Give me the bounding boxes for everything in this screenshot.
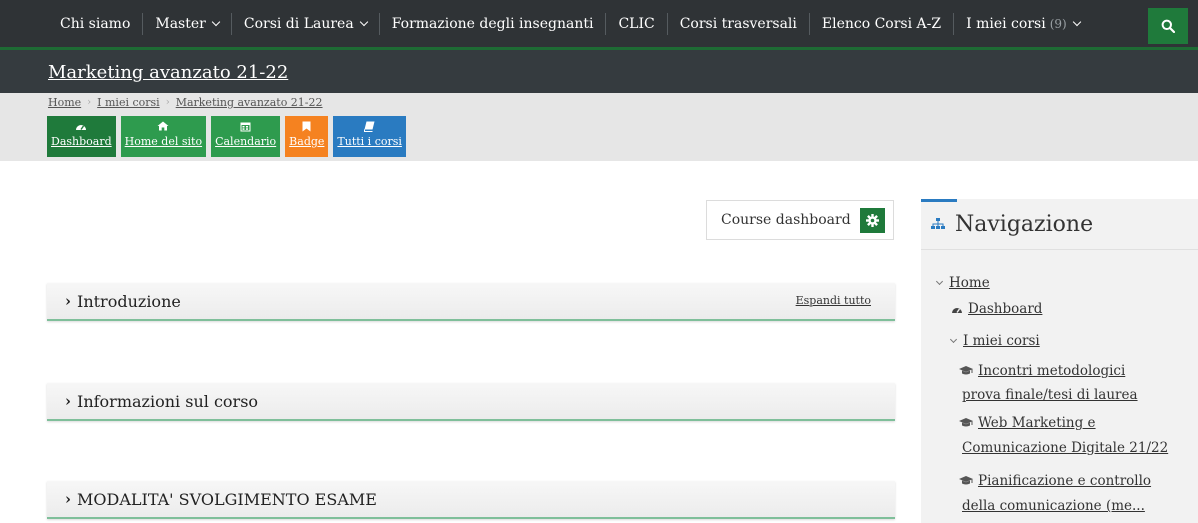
nav-item-label: CLIC	[618, 15, 655, 32]
dashboard-icon	[75, 120, 87, 132]
breadcrumb-separator: ›	[87, 97, 92, 108]
calendar-button[interactable]: Calendario	[211, 116, 281, 157]
nav-item-clic[interactable]: CLIC	[606, 12, 668, 35]
navigation-title: Navigazione	[955, 211, 1094, 237]
header-strip: Home › I miei corsi › Marketing avanzato…	[0, 93, 1198, 161]
nav-tree-course[interactable]: Incontri metodologici	[959, 363, 1125, 379]
home-site-button[interactable]: Home del sito	[120, 116, 207, 157]
gear-icon[interactable]	[860, 208, 885, 233]
course-dashboard-button[interactable]: Course dashboard	[706, 200, 894, 240]
nav-item-elenco-corsi[interactable]: Elenco Corsi A-Z	[810, 12, 955, 35]
graduation-cap-icon	[959, 418, 973, 427]
breadcrumb: Home › I miei corsi › Marketing avanzato…	[48, 96, 323, 109]
nav-item-corsi-di-laurea[interactable]: Corsi di Laurea	[232, 12, 380, 35]
nav-tree-course-line2[interactable]: prova finale/tesi di laurea	[962, 387, 1138, 403]
nav-course-link[interactable]: della comunicazione (me...	[962, 498, 1145, 514]
course-title-bar: Marketing avanzato 21-22	[0, 50, 1198, 93]
home-icon	[157, 120, 169, 132]
nav-item-master[interactable]: Master	[143, 12, 232, 35]
nav-tree-course[interactable]: Pianificazione e controllo	[959, 473, 1151, 489]
bookmark-icon	[302, 120, 311, 132]
nav-item-i-miei-corsi[interactable]: I miei corsi (9)	[954, 13, 1092, 35]
page-title[interactable]: Marketing avanzato 21-22	[48, 62, 288, 83]
nav-item-label: Corsi trasversali	[679, 15, 797, 32]
nav-item-chi-siamo[interactable]: Chi siamo	[48, 12, 144, 35]
nav-tree-course[interactable]: Web Marketing e	[959, 415, 1096, 431]
course-count-badge: (9)	[1049, 16, 1067, 31]
breadcrumb-home[interactable]: Home	[48, 96, 81, 109]
nav-tree-dashboard-link[interactable]: Dashboard	[968, 301, 1042, 317]
chevron-right-icon: ›	[65, 292, 71, 310]
section-title: Introduzione	[77, 291, 181, 311]
top-nav-items: Chi siamo Master Corsi di Laurea Formazi…	[48, 0, 1092, 47]
dashboard-button[interactable]: Dashboard	[47, 116, 116, 157]
nav-item-label: Chi siamo	[60, 15, 131, 32]
nav-tree-home-link[interactable]: Home	[949, 275, 990, 291]
section-title: Informazioni sul corso	[77, 391, 259, 411]
nav-course-link[interactable]: Web Marketing e	[978, 415, 1096, 431]
breadcrumb-separator: ›	[165, 97, 170, 108]
course-dashboard-label: Course dashboard	[721, 212, 851, 228]
navigation-block: Navigazione Home Dashboard I miei corsi …	[921, 199, 1198, 523]
nav-item-label: Master	[155, 15, 206, 32]
nav-tree-my-courses-link[interactable]: I miei corsi	[963, 333, 1040, 349]
chevron-right-icon: ›	[65, 392, 71, 410]
nav-item-formazione-insegnanti[interactable]: Formazione degli insegnanti	[380, 12, 607, 35]
navigation-accent-line	[921, 199, 957, 202]
graduation-cap-icon	[959, 476, 973, 485]
calendar-icon	[240, 120, 251, 132]
chevron-right-icon: ›	[65, 490, 71, 508]
nav-course-link[interactable]: Incontri metodologici	[978, 363, 1125, 379]
book-icon	[364, 120, 375, 132]
graduation-cap-icon	[959, 366, 973, 375]
navigation-header: Navigazione	[921, 199, 1198, 250]
nav-course-link[interactable]: prova finale/tesi di laurea	[962, 387, 1138, 403]
nav-tree-my-courses[interactable]: I miei corsi	[949, 333, 1040, 349]
section-modalita-esame[interactable]: › MODALITA' SVOLGIMENTO ESAME	[47, 481, 895, 519]
chevron-down-icon	[359, 17, 368, 26]
search-icon	[1161, 19, 1175, 33]
all-courses-button[interactable]: Tutti i corsi	[333, 116, 406, 157]
nav-item-label: I miei corsi	[966, 15, 1046, 32]
badge-button[interactable]: Badge	[285, 116, 329, 157]
chevron-down-icon	[949, 335, 958, 344]
breadcrumb-my-courses[interactable]: I miei corsi	[97, 96, 160, 109]
home-site-button-label: Home del sito	[124, 135, 203, 148]
search-button[interactable]	[1148, 8, 1188, 44]
section-introduzione[interactable]: › Introduzione Espandi tutto	[47, 283, 895, 321]
nav-item-label: Formazione degli insegnanti	[391, 15, 594, 32]
section-informazioni[interactable]: › Informazioni sul corso	[47, 383, 895, 421]
chevron-down-icon	[1072, 17, 1081, 26]
section-title: MODALITA' SVOLGIMENTO ESAME	[77, 489, 377, 509]
sitemap-icon	[931, 218, 945, 229]
nav-tree-course-line2[interactable]: Comunicazione Digitale 21/22	[962, 440, 1168, 456]
chevron-down-icon	[211, 17, 221, 26]
breadcrumb-current-course[interactable]: Marketing avanzato 21-22	[176, 96, 323, 109]
nav-tree-dashboard[interactable]: Dashboard	[951, 301, 1042, 317]
nav-item-corsi-trasversali[interactable]: Corsi trasversali	[668, 12, 810, 35]
nav-course-link[interactable]: Pianificazione e controllo	[978, 473, 1151, 489]
nav-course-link[interactable]: Comunicazione Digitale 21/22	[962, 440, 1168, 456]
top-navbar: Chi siamo Master Corsi di Laurea Formazi…	[0, 0, 1198, 50]
calendar-button-label: Calendario	[215, 135, 277, 148]
nav-item-label: Elenco Corsi A-Z	[821, 15, 942, 32]
expand-all-link[interactable]: Espandi tutto	[796, 294, 871, 307]
dashboard-icon	[952, 308, 962, 313]
dashboard-button-label: Dashboard	[51, 135, 112, 148]
nav-tree-course-line2[interactable]: della comunicazione (me...	[962, 498, 1145, 514]
badge-button-label: Badge	[289, 135, 325, 148]
all-courses-button-label: Tutti i corsi	[337, 135, 402, 148]
quick-links: Dashboard Home del sito Calendario Badge…	[47, 116, 406, 157]
chevron-down-icon	[935, 277, 944, 286]
nav-item-label: Corsi di Laurea	[243, 15, 354, 32]
nav-tree-home[interactable]: Home	[935, 275, 990, 291]
